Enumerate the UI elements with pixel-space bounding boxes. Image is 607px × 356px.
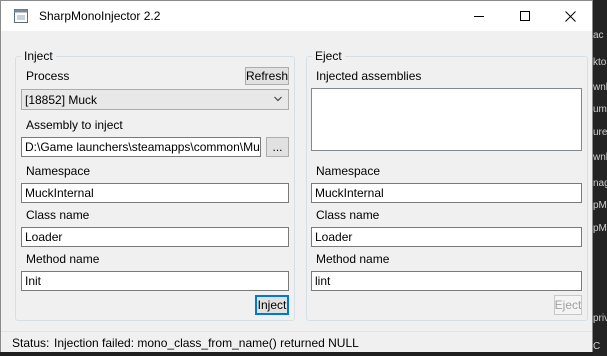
classname-label: Class name [26,208,90,222]
eject-method-label: Method name [316,252,390,266]
window-title: SharpMonoInjector 2.2 [39,9,161,23]
app-icon [14,9,28,23]
injected-assemblies-list[interactable] [311,88,582,151]
inject-group-label: Inject [21,49,56,63]
status-text: Injection failed: mono_class_from_name()… [54,336,359,350]
background-text: kto [593,57,607,68]
background-text: pM [593,223,607,234]
eject-classname-label: Class name [316,208,380,222]
close-button[interactable] [547,1,593,31]
background-desktop: ac kto wnl um ure wnl nag pM pM priv C [593,0,607,356]
namespace-label: Namespace [26,164,91,178]
eject-namespace-field[interactable]: MuckInternal [311,183,582,203]
main-window: SharpMonoInjector 2.2 Inject Process Ref… [0,0,593,352]
minimize-icon [474,16,484,17]
background-text: wnl [593,152,607,163]
refresh-button[interactable]: Refresh [245,67,289,85]
chevron-down-icon [274,96,282,102]
injected-assemblies-label: Injected assemblies [316,69,422,83]
minimize-button[interactable] [456,1,502,31]
inject-method-field[interactable]: Init [21,271,289,291]
eject-namespace-label: Namespace [316,164,381,178]
background-text: pM [593,200,607,211]
eject-classname-field[interactable]: Loader [311,227,582,247]
inject-classname-field[interactable]: Loader [21,227,289,247]
background-text: priv [593,313,607,324]
eject-button[interactable]: Eject [554,295,582,315]
assembly-path-field[interactable]: D:\Game launchers\steamapps\common\Mu [21,137,261,157]
background-text: um [593,104,607,115]
title-bar[interactable]: SharpMonoInjector 2.2 [1,1,592,31]
background-text: ure [593,127,607,138]
background-text: wnl [593,82,607,93]
eject-group-label: Eject [312,49,345,63]
process-selected: [18852] Muck [25,93,98,107]
process-dropdown[interactable]: [18852] Muck [21,89,289,110]
browse-button[interactable]: ... [266,137,289,157]
method-label: Method name [26,252,100,266]
maximize-icon [520,11,530,21]
status-bar: Status: Injection failed: mono_class_fro… [1,331,592,352]
eject-method-field[interactable]: lint [311,271,582,291]
background-text: C [593,341,601,352]
status-label: Status: [12,336,50,350]
maximize-button[interactable] [502,1,548,31]
background-text: ac [593,30,604,41]
inject-namespace-field[interactable]: MuckInternal [21,183,289,203]
process-label: Process [26,69,70,83]
close-icon [564,10,576,22]
inject-button[interactable]: Inject [255,295,289,315]
background-text: nag [593,178,607,189]
assembly-label: Assembly to inject [26,118,123,132]
